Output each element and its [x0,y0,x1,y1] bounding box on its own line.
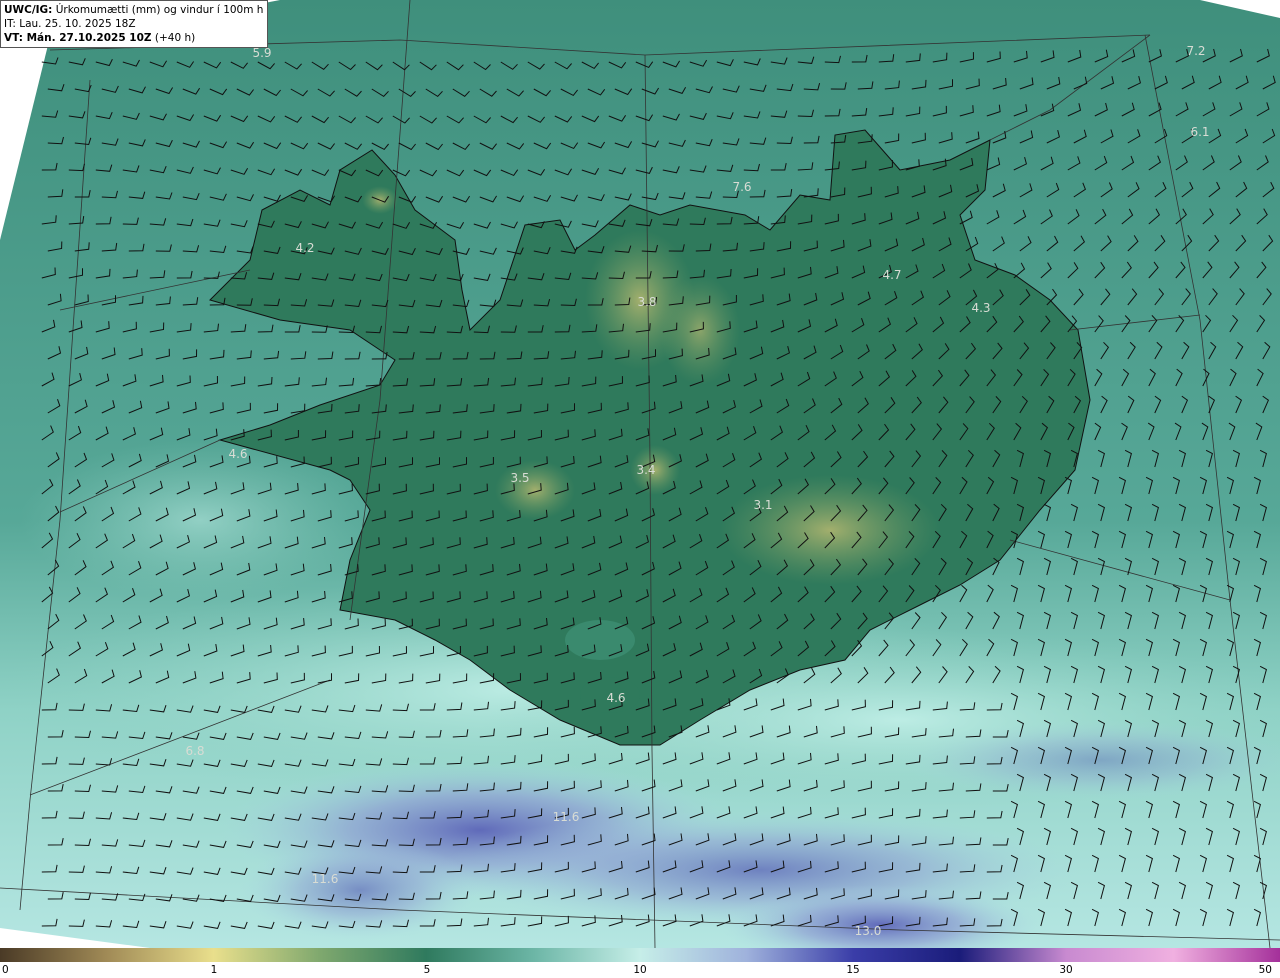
precip-value-label: 3.4 [636,463,655,477]
precip-value-label: 7.6 [732,180,751,194]
colorbar-tick: 5 [423,964,431,976]
map-info-box: UWC/IG: Úrkomumætti (mm) og vindur í 100… [0,0,268,48]
precip-value-label: 4.6 [228,447,247,461]
precip-value-label: 4.3 [971,301,990,315]
precip-value-label: 4.2 [295,241,314,255]
precip-value-label: 11.6 [312,872,339,886]
precip-value-label: 13.0 [855,924,882,938]
colorbar-tick: 0 [2,964,9,976]
colorbar-bar [0,948,1280,962]
colorbar-ticks: 0 1 5 10 15 30 50 [0,962,1280,978]
precip-value-label: 6.1 [1190,125,1209,139]
valid-time: VT: Mán. 27.10.2025 10Z [4,32,152,44]
precip-value-label: 4.6 [606,691,625,705]
precip-value-label: 11.6 [553,810,580,824]
precip-value-label: 3.5 [510,471,529,485]
forecast-map[interactable]: 5.9 7.2 6.1 7.6 4.2 4.7 4.3 3.8 4.6 3.5 3.4 3.1 4.6 6… [0,0,1280,948]
initial-time: IT: Lau. 25. 10. 2025 18Z [4,18,136,30]
colorbar-tick: 30 [1059,964,1073,976]
precip-value-label: 6.8 [185,744,204,758]
model-code: UWC/IG: [4,4,53,16]
title-line: UWC/IG: Úrkomumætti (mm) og vindur í 100… [4,3,264,17]
colorbar-tick: 10 [633,964,647,976]
colorbar [0,948,1280,962]
precip-value-label: 7.2 [1186,44,1205,58]
valid-offset: (+40 h) [154,32,196,44]
colorbar-tick: 50 [1258,964,1272,976]
precip-value-label: 5.9 [252,46,271,60]
valid-time-line: VT: Mán. 27.10.2025 10Z (+40 h) [4,31,264,45]
colorbar-tick: 1 [210,964,218,976]
colorbar-tick: 15 [846,964,860,976]
precip-value-label: 3.8 [637,295,656,309]
precip-value-label: 3.1 [753,498,772,512]
map-title: Úrkomumætti (mm) og vindur í 100m hæð [55,4,264,16]
precip-value-label: 4.7 [882,268,901,282]
